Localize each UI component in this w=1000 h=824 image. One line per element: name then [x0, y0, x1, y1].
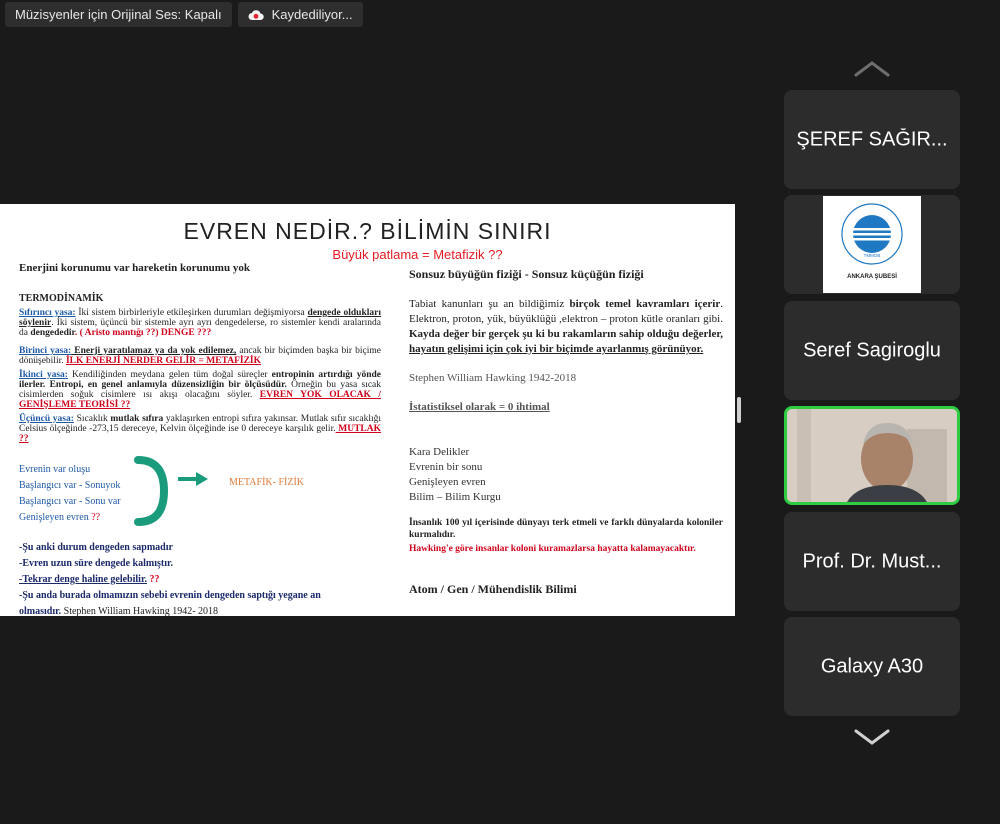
topic-list: Kara Delikler Evrenin bir sonu Genişleye…	[409, 445, 723, 505]
stat-line: İstatistiksel olarak = 0 ihtimal	[409, 401, 550, 413]
zeroth-law: Sıfırıncı yasa: İki sistem birbirleriyle…	[19, 308, 381, 338]
cycle-item: Evrenin var oluşu	[19, 464, 91, 475]
p1-bold: birçok temel kavramları içerir	[569, 298, 721, 310]
right-heading: Sonsuz büyüğün fiziği - Sonsuz küçüğün f…	[409, 267, 644, 281]
bullet-list: -Şu anki durum dengeden sapmadır -Evren …	[19, 540, 364, 616]
shared-slide: EVREN NEDİR.? BİLİMİN SINIRI Büyük patla…	[0, 204, 735, 616]
colony-text: İnsanlık 100 yıl içerisinde dünyayı terk…	[409, 518, 723, 540]
participant-tile[interactable]: TMMOB ANKARA ŞUBESİ	[784, 195, 960, 294]
panel-resize-handle[interactable]	[737, 397, 741, 423]
chamber-logo: TMMOB ANKARA ŞUBESİ	[823, 196, 921, 293]
bullet-item-red: ??	[146, 574, 160, 585]
cloud-record-icon	[248, 9, 264, 20]
colony-warning: Hawking'e göre insanlar koloni kuramazla…	[409, 544, 696, 554]
emo-logo-icon: TMMOB ANKARA ŞUBESİ	[841, 203, 903, 280]
cycle-item: Başlangıcı var - Sonu var	[19, 496, 121, 507]
slide-title: EVREN NEDİR.? BİLİMİN SINIRI	[183, 218, 552, 244]
cycle-item-text: Genişleyen evren	[19, 512, 92, 523]
second-law-text: Kendiliğinden meydana gelen tüm doğal sü…	[67, 370, 272, 380]
p1-underline: hayatın gelişimi için çok iyi bir biçimd…	[409, 343, 704, 355]
right-paragraph: Tabiat kanunları şu an bildiğimiz birçok…	[409, 297, 723, 357]
topic-item: Kara Delikler	[409, 446, 470, 458]
chevron-up-icon[interactable]	[852, 58, 892, 80]
bullet-item: -Şu anki durum dengeden sapmadır	[19, 542, 173, 553]
bullet-item: -Evren uzun süre dengede kalmıştır.	[19, 558, 173, 569]
participant-tile[interactable]: ŞEREF SAĞIR...	[784, 90, 960, 189]
participant-tile[interactable]: Seref Sagiroglu	[784, 301, 960, 400]
topic-item: Bilim – Bilim Kurgu	[409, 491, 501, 503]
zeroth-law-label: Sıfırıncı yasa:	[19, 308, 76, 318]
cycle-item: Genişleyen evren ??	[19, 510, 121, 526]
topic-item: Genişleyen evren	[409, 476, 486, 488]
participant-tile[interactable]: Prof. Dr. Must...	[784, 512, 960, 611]
bullet-item: -Tekrar denge haline gelebilir. ??	[19, 572, 364, 588]
slide-subtitle: Büyük patlama = Metafizik ??	[332, 247, 503, 262]
active-speaker-tile[interactable]	[784, 406, 960, 505]
participant-name: Seref Sagiroglu	[803, 339, 941, 361]
bullet-item-text: -Tekrar denge haline gelebilir.	[19, 574, 147, 585]
logo-text: ANKARA ŞUBESİ	[847, 273, 897, 280]
zeroth-law-text: İki sistem birbirleriyle etkileşirken du…	[75, 308, 308, 318]
participant-tile[interactable]: Galaxy A30	[784, 617, 960, 716]
hawking-cite: Stephen William Hawking 1942-2018	[409, 372, 577, 384]
recording-indicator[interactable]: Kaydediliyor...	[237, 2, 363, 27]
original-sound-indicator[interactable]: Müzisyenler için Orijinal Ses: Kapalı	[5, 2, 232, 27]
left-heading: Enerjini korunumu var hareketin korunumu…	[19, 262, 250, 274]
first-law-label: Birinci yasa:	[19, 346, 72, 356]
third-law: Üçüncü yasa: Sıcaklık mutlak sıfıra yakl…	[19, 414, 381, 444]
cycle-list: Evrenin var oluşu Başlangıcı var - Sonuy…	[19, 462, 121, 526]
original-sound-label: Müzisyenler için Orijinal Ses: Kapalı	[15, 7, 222, 22]
bullet-item: -Şu anda burada olmamızın sebebi evrenin…	[19, 588, 364, 616]
participant-name: Prof. Dr. Must...	[802, 550, 942, 572]
p1-bold2: Kayda değer bir gerçek şu ki bu rakamlar…	[409, 328, 723, 340]
third-law-text: Sıcaklık	[73, 414, 111, 424]
metafizik-label: METAFİK- FİZİK	[229, 477, 305, 488]
third-law-label: Üçüncü yasa:	[19, 414, 74, 424]
first-law-text: Enerji yaratılamaz ya da yok edilemez,	[71, 346, 237, 356]
logo-mid-text: TMMOB	[864, 253, 881, 258]
top-bar: Müzisyenler için Orijinal Ses: Kapalı Ka…	[5, 2, 363, 27]
arrow-right-icon	[178, 472, 208, 486]
topic-item: Evrenin bir sonu	[409, 461, 483, 473]
termodinamik-heading: TERMODİNAMİK	[19, 293, 104, 304]
participant-name: ŞEREF SAĞIR...	[796, 128, 948, 150]
second-law-label: İkinci yasa:	[19, 370, 68, 380]
participant-name: Galaxy A30	[820, 655, 924, 677]
p1-text: Tabiat kanunları şu an bildiğimiz	[409, 298, 570, 310]
chevron-down-icon[interactable]	[852, 726, 892, 748]
cycle-item: Başlangıcı var - Sonuyok	[19, 480, 121, 491]
zeroth-law-bold: dengededir	[30, 328, 75, 338]
third-law-bold: mutlak sıfıra	[110, 414, 164, 424]
bullet-cite: Stephen William Hawking 1942- 2018	[61, 606, 219, 616]
second-law: İkinci yasa: Kendiliğinden meydana gelen…	[19, 370, 381, 410]
first-law-red: İLK ENERJİ NERDER GELİR = METAFİZİK	[65, 356, 261, 366]
slide-footer: Atom / Gen / Mühendislik Bilimi	[409, 582, 577, 596]
first-law: Birinci yasa: Enerji yaratılamaz ya da y…	[19, 346, 381, 366]
cycle-arc-icon	[134, 456, 168, 526]
zeroth-law-red: . ( Aristo mantığı ??) DENGE ???	[74, 328, 212, 338]
recording-label: Kaydediliyor...	[271, 7, 353, 22]
participant-video	[787, 409, 957, 502]
cycle-item-red: ??	[91, 512, 101, 523]
